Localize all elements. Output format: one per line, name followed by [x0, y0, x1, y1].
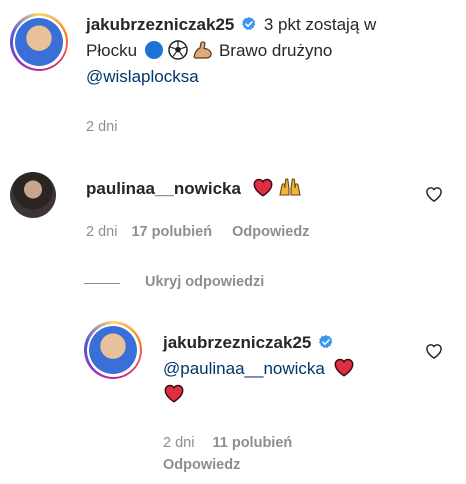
reply-like-heart-icon[interactable]	[424, 341, 444, 361]
post-timestamp[interactable]: 2 dni	[86, 119, 117, 135]
replies-divider-line	[84, 283, 120, 284]
verified-badge-icon	[318, 334, 334, 350]
post-author-username[interactable]: jakubrzezniczak25	[86, 15, 234, 34]
hide-replies-label: Ukryj odpowiedzi	[145, 274, 265, 290]
blue-circle-emoji	[144, 41, 163, 59]
reply-author-username[interactable]: jakubrzezniczak25	[163, 333, 311, 352]
post-author-avatar[interactable]	[10, 13, 68, 71]
soccer-ball-emoji	[167, 40, 188, 60]
comment-body: paulinaa__nowicka	[86, 175, 416, 202]
reply-body: jakubrzezniczak25 @paulinaa__nowicka	[163, 330, 413, 408]
caption-text-1: 3 pkt zostają w	[263, 15, 377, 34]
flexed-biceps-emoji	[193, 41, 213, 59]
comment-likes-count[interactable]: 17 polubień	[131, 224, 212, 240]
caption-text-3: Brawo drużyno	[218, 41, 333, 60]
comment-timestamp[interactable]: 2 dni	[86, 224, 117, 240]
post-caption: jakubrzezniczak25 3 pkt zostają w Płocku…	[86, 12, 446, 90]
reply-meta: 2 dni 11 polubień Odpowiedz	[163, 432, 353, 476]
comment-author-username[interactable]: paulinaa__nowicka	[86, 179, 241, 198]
red-heart-emoji	[163, 382, 185, 404]
hide-replies-button[interactable]: Ukryj odpowiedzi	[145, 274, 264, 290]
reply-reply-button[interactable]: Odpowiedz	[163, 457, 240, 473]
red-heart-emoji	[252, 176, 274, 198]
reply-mention-link[interactable]: @paulinaa__nowicka	[163, 359, 325, 378]
caption-text-2: Płocku	[86, 41, 138, 60]
reply-author-avatar[interactable]	[84, 321, 142, 379]
comment-meta: 2 dni 17 polubień Odpowiedz	[86, 224, 309, 240]
reply-timestamp[interactable]: 2 dni	[163, 435, 194, 451]
caption-mention-link[interactable]: @wislaplocksa	[86, 67, 199, 86]
comment-like-heart-icon[interactable]	[424, 184, 444, 204]
comment-reply-button[interactable]: Odpowiedz	[232, 224, 309, 240]
raised-hands-emoji	[279, 178, 302, 196]
red-heart-emoji	[333, 356, 355, 378]
comment-author-avatar[interactable]	[10, 172, 56, 218]
reply-likes-count[interactable]: 11 polubień	[212, 435, 292, 451]
verified-badge-icon	[241, 16, 257, 32]
